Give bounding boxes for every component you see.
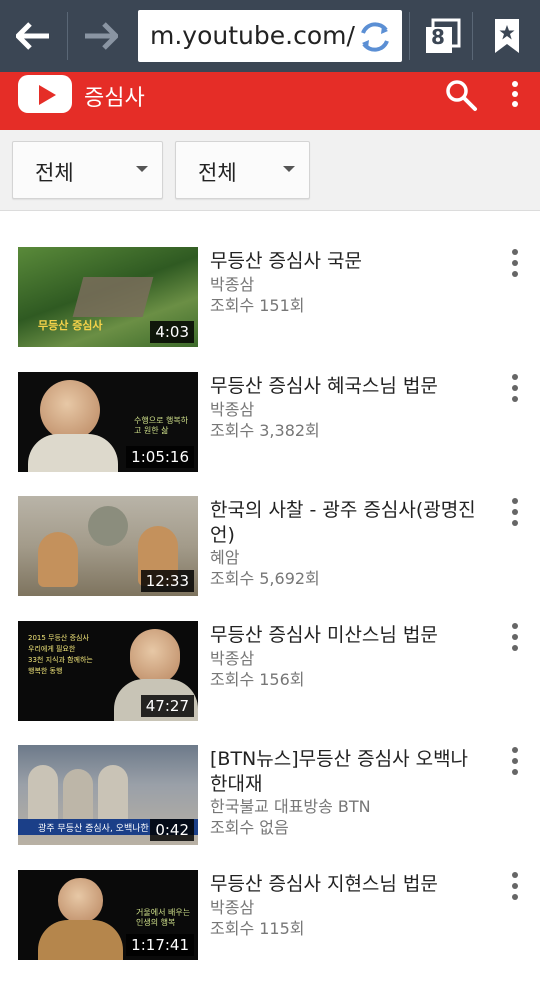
dropdown-caret-icon (136, 166, 148, 172)
video-channel[interactable]: 혜암 (210, 547, 239, 568)
video-title[interactable]: 무등산 증심사 혜국스님 법문 (210, 374, 480, 399)
back-arrow-icon (16, 22, 49, 50)
video-item[interactable]: 무등산 증심사 4:03 무등산 증심사 국문 박종삼 조회수 151회 (0, 247, 540, 359)
bookmark-icon (495, 19, 519, 53)
more-vert-icon[interactable] (507, 249, 523, 279)
video-thumbnail[interactable]: 거울에서 배우는 인생의 행복 1:17:41 (18, 870, 198, 960)
search-query-title: 증심사 (84, 86, 145, 111)
video-views: 조회수 115회 (210, 919, 305, 938)
video-channel[interactable]: 박종삼 (210, 274, 254, 295)
video-item[interactable]: 12:33 한국의 사찰 - 광주 증심사(광명진언) 혜암 조회수 5,692… (0, 496, 540, 608)
video-thumbnail[interactable]: 광주 무등산 증심사, 오백나한 0:42 (18, 745, 198, 845)
forward-arrow-icon (85, 22, 118, 50)
video-thumbnail[interactable]: 무등산 증심사 4:03 (18, 247, 198, 347)
more-vert-icon[interactable] (507, 872, 523, 902)
video-title[interactable]: 한국의 사찰 - 광주 증심사(광명진언) (210, 498, 480, 548)
video-title[interactable]: 무등산 증심사 지현스님 법문 (210, 872, 480, 897)
video-duration: 4:03 (150, 321, 194, 343)
video-thumbnail[interactable]: 수행으로 행복하고 원한 삶 1:05:16 (18, 372, 198, 472)
url-text: m.youtube.com/ (150, 21, 355, 50)
more-vert-icon[interactable] (507, 623, 523, 653)
video-item[interactable]: 2015 무등산 증심사 우리에게 필요한 33천 지식과 함께하는 행복한 동행 4… (0, 621, 540, 733)
youtube-logo-icon[interactable] (18, 75, 72, 113)
filter-label: 전체 (35, 161, 74, 185)
video-views: 조회수 156회 (210, 670, 305, 689)
video-channel[interactable]: 박종삼 (210, 897, 254, 918)
video-views: 조회수 151회 (210, 296, 305, 315)
video-views: 조회수 3,382회 (210, 421, 320, 440)
video-duration: 47:27 (140, 695, 194, 717)
video-duration: 1:17:41 (126, 934, 194, 956)
video-views: 조회수 없음 (210, 818, 289, 837)
video-channel[interactable]: 박종삼 (210, 648, 254, 669)
reload-icon[interactable] (356, 18, 394, 56)
youtube-header: 증심사 (0, 72, 540, 130)
filter-bar: 전체 전체 (0, 130, 540, 211)
more-vert-icon[interactable] (505, 78, 525, 112)
video-item[interactable]: 광주 무등산 증심사, 오백나한 0:42 [BTN뉴스]무등산 증심사 오백나… (0, 745, 540, 857)
back-button[interactable] (0, 0, 66, 72)
video-duration: 1:05:16 (126, 446, 194, 468)
video-item[interactable]: 거울에서 배우는 인생의 행복 1:17:41 무등산 증심사 지현스님 법문 … (0, 870, 540, 982)
browser-toolbar: m.youtube.com/ 8 (0, 0, 540, 72)
more-vert-icon[interactable] (507, 374, 523, 404)
tab-count: 8 (431, 25, 445, 49)
video-channel[interactable]: 박종삼 (210, 399, 254, 420)
filter-label: 전체 (198, 161, 237, 185)
video-title[interactable]: [BTN뉴스]무등산 증심사 오백나한대재 (210, 747, 480, 797)
video-title[interactable]: 무등산 증심사 국문 (210, 249, 480, 274)
video-thumbnail[interactable]: 12:33 (18, 496, 198, 596)
video-channel[interactable]: 한국불교 대표방송 BTN (210, 796, 371, 817)
more-vert-icon[interactable] (507, 747, 523, 777)
more-vert-icon[interactable] (507, 498, 523, 528)
upload-date-filter[interactable]: 전체 (12, 141, 163, 199)
search-icon[interactable] (444, 78, 478, 112)
address-bar[interactable]: m.youtube.com/ (138, 10, 402, 62)
type-filter[interactable]: 전체 (175, 141, 310, 199)
video-views: 조회수 5,692회 (210, 569, 320, 588)
dropdown-caret-icon (283, 166, 295, 172)
video-thumbnail[interactable]: 2015 무등산 증심사 우리에게 필요한 33천 지식과 함께하는 행복한 동행 4… (18, 621, 198, 721)
bookmark-button[interactable] (474, 0, 540, 72)
video-title[interactable]: 무등산 증심사 미산스님 법문 (210, 623, 480, 648)
tabs-button[interactable]: 8 (410, 0, 476, 72)
forward-button[interactable] (68, 0, 134, 72)
video-duration: 0:42 (150, 819, 194, 841)
video-item[interactable]: 수행으로 행복하고 원한 삶 1:05:16 무등산 증심사 혜국스님 법문 박… (0, 372, 540, 484)
video-duration: 12:33 (140, 570, 194, 592)
